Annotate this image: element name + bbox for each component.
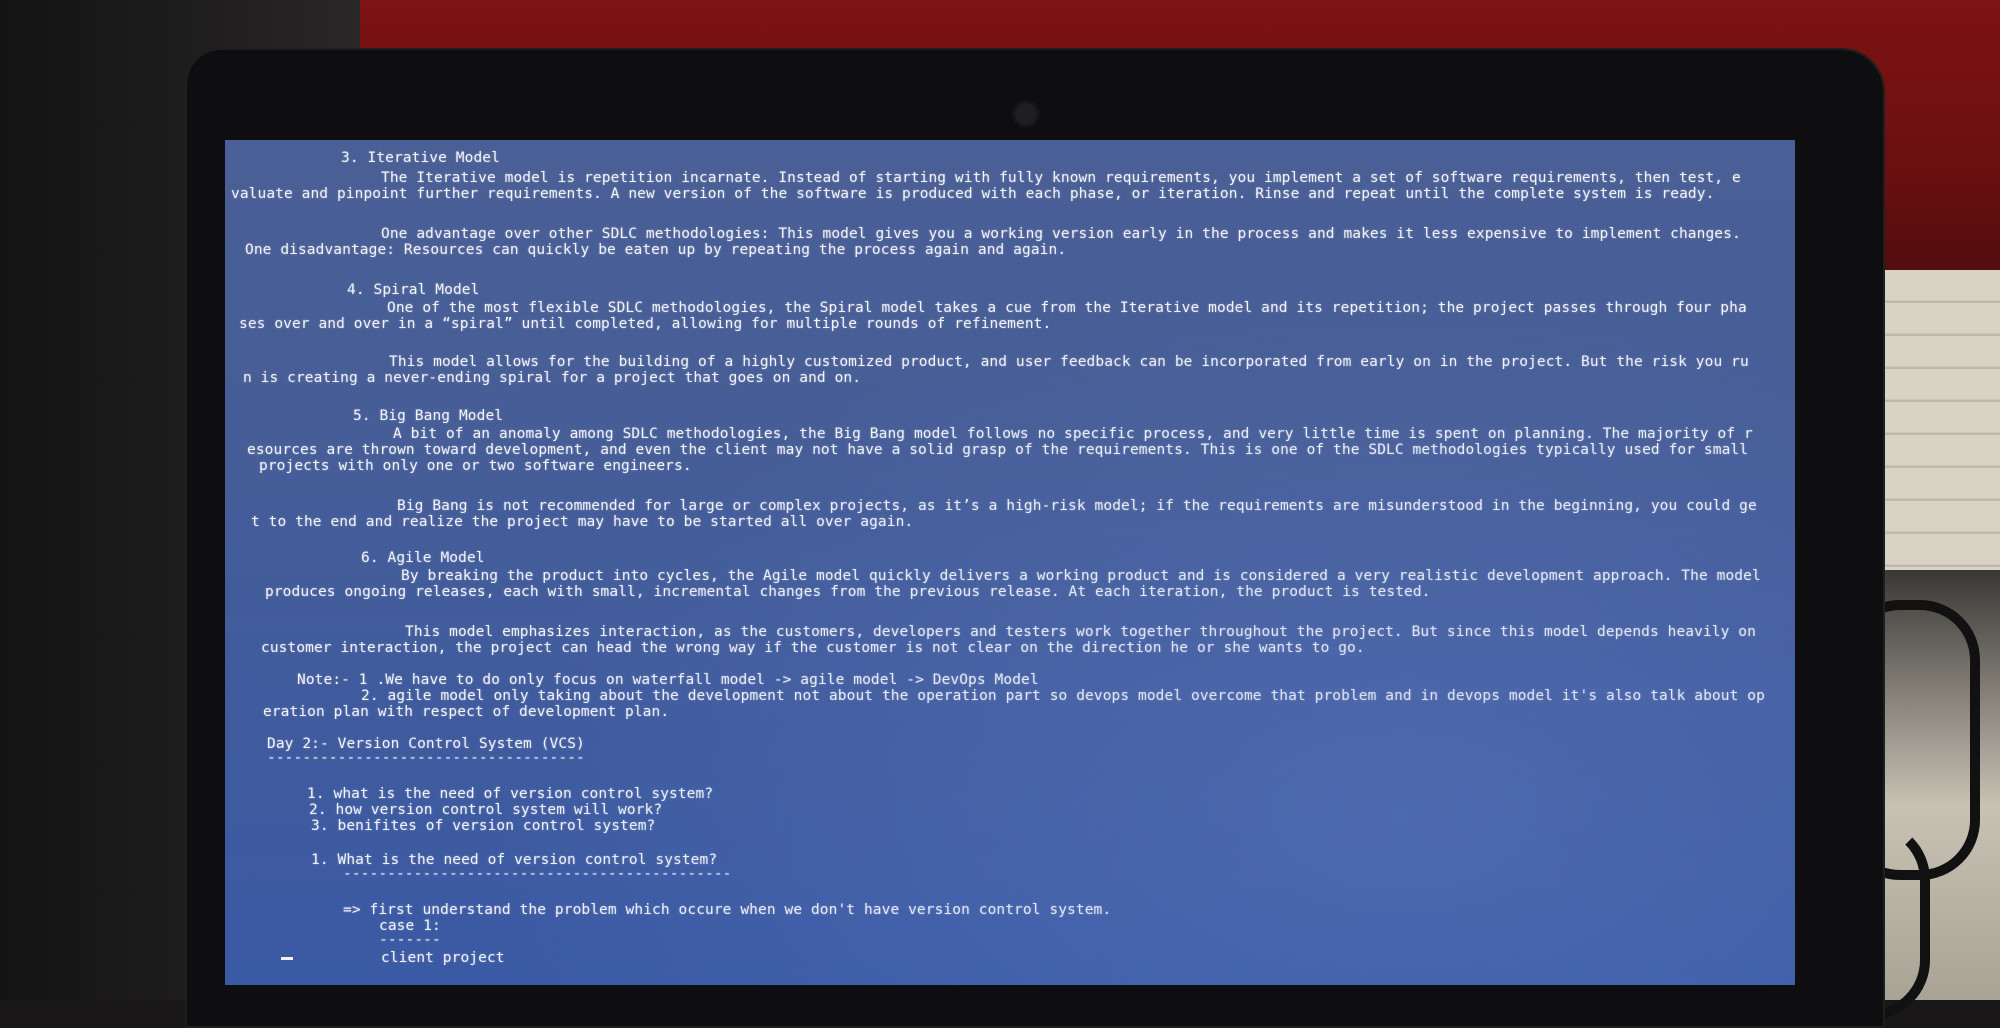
text-line: This model emphasizes interaction, as th… [405, 624, 1756, 640]
heading-agile-model: 6. Agile Model [361, 550, 485, 566]
text-line: One of the most flexible SDLC methodolog… [387, 300, 1747, 316]
list-item: 1. what is the need of version control s… [307, 786, 714, 802]
note-line: 2. agile model only taking about the dev… [361, 688, 1765, 704]
text-line: valuate and pinpoint further requirement… [231, 186, 1715, 202]
webcam-icon [1015, 103, 1037, 125]
text-line: The Iterative model is repetition incarn… [381, 170, 1741, 186]
note-line: Note:- 1 .We have to do only focus on wa… [297, 672, 1039, 688]
text-line: Big Bang is not recommended for large or… [397, 498, 1757, 514]
text-cursor [281, 957, 293, 960]
text-line: esources are thrown toward development, … [247, 442, 1749, 458]
text-line: client project [381, 950, 505, 966]
divider-rule: ------------------------------------ [267, 750, 585, 766]
text-line: One advantage over other SDLC methodolog… [381, 226, 1741, 242]
heading-spiral-model: 4. Spiral Model [347, 282, 480, 298]
terminal-text-view[interactable]: 3. Iterative Model The Iterative model i… [225, 140, 1795, 985]
divider-rule: ----------------------------------------… [343, 866, 732, 882]
heading-iterative-model: 3. Iterative Model [341, 150, 500, 166]
list-item: 3. benifites of version control system? [311, 818, 656, 834]
text-line: t to the end and realize the project may… [251, 514, 914, 530]
text-line: ses over and over in a “spiral” until co… [239, 316, 1052, 332]
text-line: This model allows for the building of a … [389, 354, 1749, 370]
heading-big-bang-model: 5. Big Bang Model [353, 408, 504, 424]
text-line: customer interaction, the project can he… [261, 640, 1365, 656]
text-line: One disadvantage: Resources can quickly … [245, 242, 1067, 258]
text-line: projects with only one or two software e… [259, 458, 692, 474]
note-line: eration plan with respect of development… [263, 704, 670, 720]
divider-rule: ------- [379, 932, 441, 948]
text-line: produces ongoing releases, each with sma… [265, 584, 1431, 600]
text-line: By breaking the product into cycles, the… [401, 568, 1761, 584]
text-line: n is creating a never-ending spiral for … [243, 370, 862, 386]
laptop-screen: 3. Iterative Model The Iterative model i… [225, 140, 1795, 985]
list-item: 2. how version control system will work? [309, 802, 663, 818]
text-line: A bit of an anomaly among SDLC methodolo… [393, 426, 1753, 442]
text-line: => first understand the problem which oc… [343, 902, 1112, 918]
